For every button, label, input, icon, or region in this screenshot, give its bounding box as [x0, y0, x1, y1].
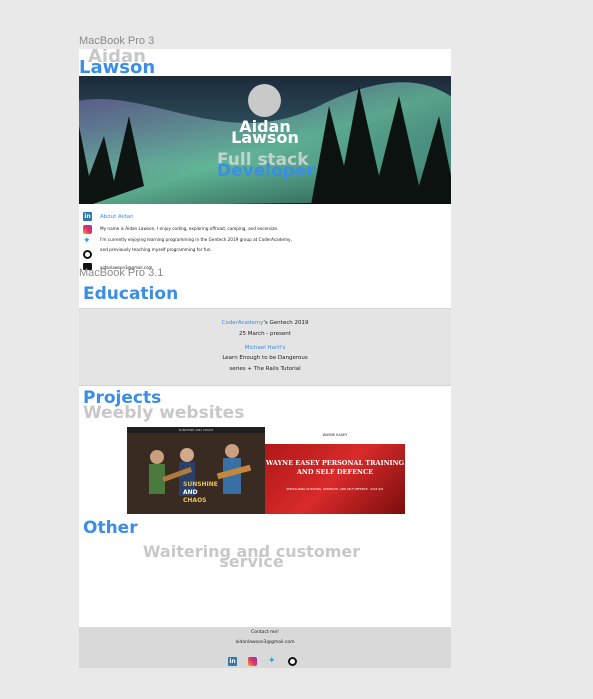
footer-github-icon[interactable]: [288, 657, 297, 666]
wayne-easey-header: WAYNE EASEY: [265, 427, 405, 445]
artboard-macbook-pro-3: Aidan Lawson Aidan Lawson Full stack Dev…: [79, 49, 451, 281]
education-book-line-1: Learn Enough to be Dangerous: [222, 355, 308, 361]
social-icon-column: in ✦: [83, 212, 93, 273]
other-title: Other: [83, 518, 138, 538]
logo-last-name[interactable]: Lawson: [79, 59, 155, 77]
instagram-icon[interactable]: [83, 224, 92, 234]
artboard-macbook-pro-3-1: Education CoderAcademy's Gentech 2019 25…: [79, 281, 451, 668]
hero-name-last: Lawson: [231, 128, 299, 147]
twitter-icon[interactable]: ✦: [83, 237, 92, 246]
project-screenshots: SUNSHINE AND CHAOS SUNSHINE AND CHAOS WA…: [127, 427, 405, 514]
about-line-2: I'm currently enjoying learning programm…: [100, 237, 292, 242]
coderacademy-link[interactable]: CoderAcademy: [222, 320, 264, 326]
wordmark-sunshine: SUNSHINE: [183, 481, 218, 488]
about-title: About Aidan: [100, 214, 134, 220]
footer-instagram-icon[interactable]: [248, 657, 257, 666]
michael-hartl-link[interactable]: Michael Hartl's: [79, 345, 451, 351]
education-dates: 25 March - present: [239, 331, 291, 337]
avatar: [248, 84, 281, 117]
wordmark-chaos: CHAOS: [183, 497, 207, 504]
about-line-1: My name is Aidan Lawson, I enjoy coding,…: [100, 226, 279, 231]
education-title: Education: [83, 284, 179, 304]
other-subtitle: Waitering and customer service: [142, 542, 361, 571]
hero-name: Aidan Lawson: [229, 119, 301, 147]
footer-social-icons: in ✦: [228, 657, 302, 667]
wordmark-and: AND: [183, 489, 198, 496]
projects-subtitle: Weebly websites: [83, 403, 245, 423]
footer-contact: Contact me!: [251, 630, 279, 635]
wayne-easey-hero: WAYNE EASEY PERSONAL TRAINING AND SELF D…: [265, 444, 405, 514]
hero-banner: Aidan Lawson Full stack Developer: [79, 76, 451, 204]
footer: Contact me! aidanlawson3@gmail.com in ✦: [79, 627, 451, 668]
frame-label-macbook-pro-3-1: MacBook Pro 3.1: [79, 267, 164, 279]
linkedin-icon[interactable]: in: [83, 212, 92, 221]
sunshine-and-chaos-screenshot[interactable]: SUNSHINE AND CHAOS SUNSHINE AND CHAOS: [127, 427, 265, 514]
wayne-easey-screenshot[interactable]: WAYNE EASEY WAYNE EASEY PERSONAL TRAININ…: [265, 427, 405, 514]
about-line-3: and previously teaching myself programmi…: [100, 247, 212, 252]
education-org-rest: 's Gentech 2019: [263, 320, 309, 326]
wayne-easey-title: WAYNE EASEY PERSONAL TRAINING AND SELF D…: [265, 459, 405, 476]
footer-linkedin-icon[interactable]: in: [228, 657, 237, 666]
footer-twitter-icon[interactable]: ✦: [268, 657, 277, 666]
education-book-line-2: series + The Rails Tutorial: [229, 366, 301, 372]
education-org: CoderAcademy's Gentech 2019: [79, 320, 451, 326]
hero-role-line-2: Developer: [217, 161, 315, 181]
footer-email[interactable]: aidanlawson3@gmail.com: [79, 640, 451, 645]
frame-label-macbook-pro-3: MacBook Pro 3: [79, 35, 155, 47]
sunshine-and-chaos-wordmark: SUNSHINE AND CHAOS: [183, 481, 218, 505]
education-band: CoderAcademy's Gentech 2019 25 March - p…: [79, 308, 451, 386]
github-icon[interactable]: [83, 250, 92, 260]
wayne-easey-subtitle: SPECIALISING IN BOXING, STRENGTH, AND SE…: [286, 487, 384, 491]
